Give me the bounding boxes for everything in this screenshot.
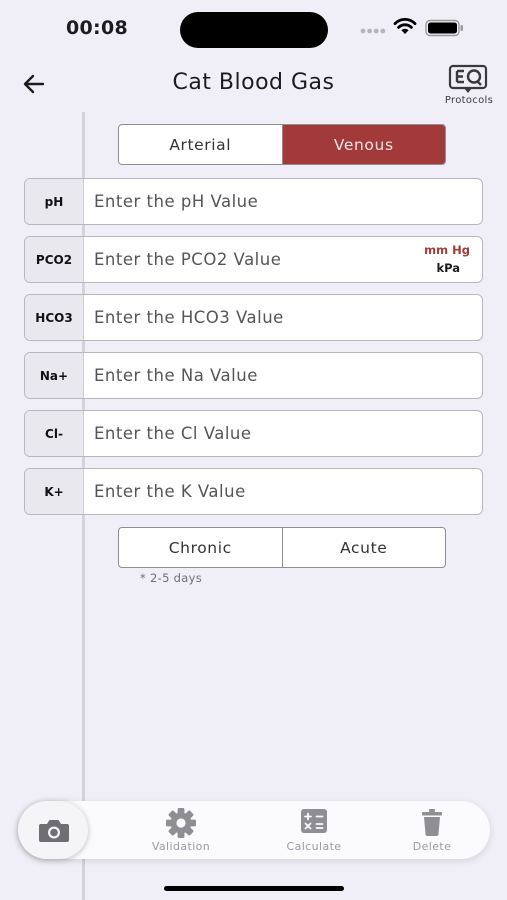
pco2-label: PCO2 <box>25 237 84 282</box>
cl-field: Cl- <box>24 410 483 457</box>
dynamic-island <box>180 12 328 48</box>
protocols-icon <box>448 64 488 93</box>
status-bar: 00:08 <box>0 0 507 58</box>
hco3-field: HCO3 <box>24 294 483 341</box>
cl-input[interactable] <box>84 411 482 456</box>
protocols-label: Protocols <box>444 95 494 106</box>
cl-label: Cl- <box>25 411 84 456</box>
pco2-unit-toggle: mm Hg kPa <box>424 241 470 277</box>
ph-field: pH <box>24 178 483 225</box>
pco2-field: PCO2 mm Hg kPa <box>24 236 483 283</box>
page-title: Cat Blood Gas <box>172 70 335 95</box>
delete-tab[interactable]: Delete <box>382 805 482 855</box>
acute-option[interactable]: Acute <box>281 528 446 567</box>
pco2-input[interactable] <box>84 237 482 282</box>
unit-mmhg-option[interactable]: mm Hg <box>424 241 470 259</box>
hco3-label: HCO3 <box>25 295 84 340</box>
chronic-option[interactable]: Chronic <box>119 528 282 567</box>
calculate-tab[interactable]: Calculate <box>264 805 364 855</box>
status-time: 00:08 <box>66 17 128 39</box>
blood-type-selector: Arterial Venous <box>118 124 446 165</box>
gear-icon <box>166 808 196 838</box>
na-input[interactable] <box>84 353 482 398</box>
calculator-icon <box>301 809 327 833</box>
unit-kpa-option[interactable]: kPa <box>424 259 470 277</box>
trash-icon <box>422 809 442 836</box>
camera-button[interactable] <box>18 801 88 859</box>
signal-icon <box>360 28 386 34</box>
arterial-option[interactable]: Arterial <box>119 125 282 164</box>
nav-bar: Cat Blood Gas Protocols <box>0 58 507 110</box>
duration-selector: Chronic Acute <box>118 527 446 568</box>
validation-tab[interactable]: Validation <box>131 805 231 855</box>
wifi-icon <box>393 18 417 34</box>
home-indicator[interactable] <box>164 886 344 891</box>
duration-note: * 2-5 days <box>140 571 202 585</box>
battery-icon <box>425 19 463 37</box>
ph-label: pH <box>25 179 84 224</box>
na-label: Na+ <box>25 353 84 398</box>
camera-icon <box>39 820 69 842</box>
bottom-toolbar: Validation Calculate Delete <box>18 801 490 859</box>
validation-label: Validation <box>151 840 211 853</box>
calculate-label: Calculate <box>286 840 342 853</box>
na-field: Na+ <box>24 352 483 399</box>
ph-input[interactable] <box>84 179 482 224</box>
hco3-input[interactable] <box>84 295 482 340</box>
k-field: K+ <box>24 468 483 515</box>
delete-label: Delete <box>412 840 452 853</box>
k-input[interactable] <box>84 469 482 514</box>
protocols-button[interactable]: Protocols <box>436 62 502 110</box>
k-label: K+ <box>25 469 84 514</box>
venous-option[interactable]: Venous <box>281 125 445 164</box>
